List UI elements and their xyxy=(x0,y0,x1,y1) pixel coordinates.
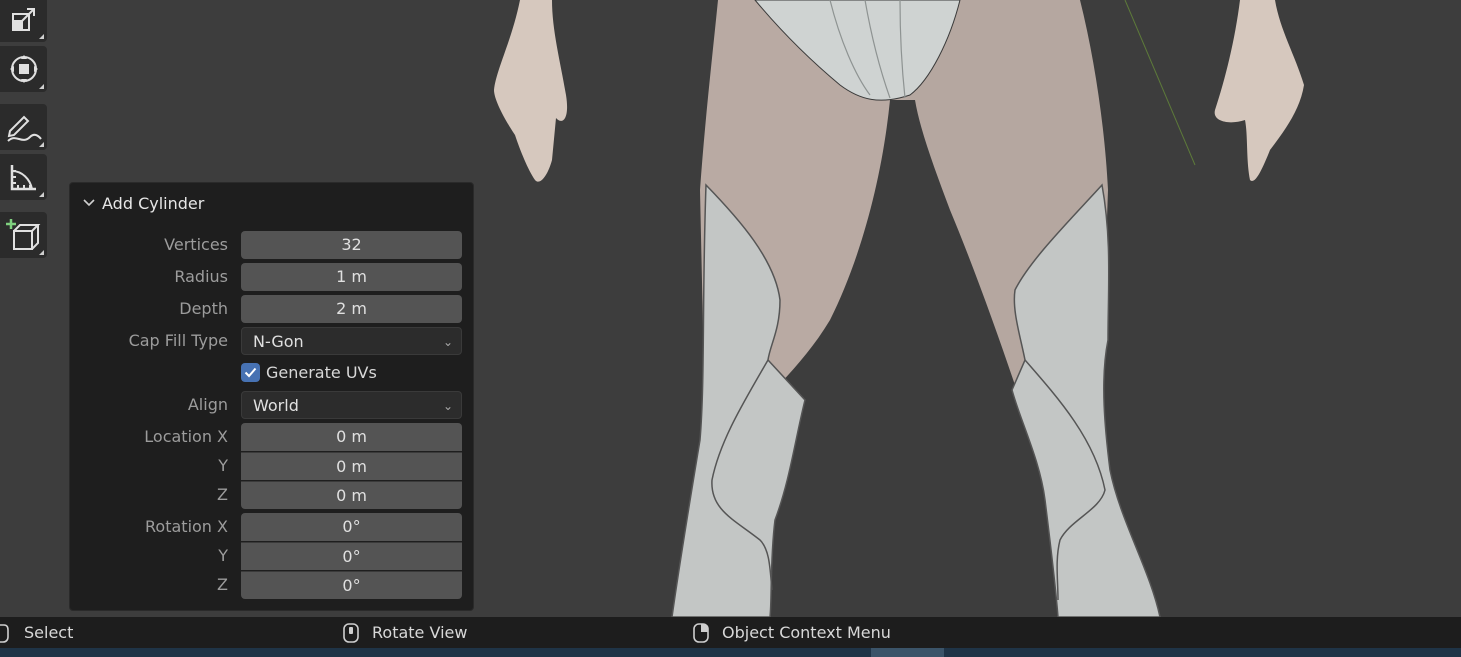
vertices-label: Vertices xyxy=(164,235,228,254)
location-y-label: Y xyxy=(218,456,228,475)
mouse-left-icon xyxy=(0,623,9,643)
location-z-row: Z 0 m xyxy=(70,481,475,509)
rotation-y-label: Y xyxy=(218,546,228,565)
add-cube-tool[interactable] xyxy=(0,212,47,258)
taskbar-active-item[interactable] xyxy=(871,648,944,657)
radius-row: Radius 1 m xyxy=(70,263,475,291)
transform-icon xyxy=(9,55,38,83)
location-y-field[interactable]: 0 m xyxy=(241,452,462,480)
rotate-view-hint: Rotate View xyxy=(342,617,467,648)
add-cube-icon xyxy=(5,219,40,250)
chevron-down-icon: ⌄ xyxy=(442,335,453,349)
location-z-field[interactable]: 0 m xyxy=(241,481,462,509)
3d-viewport[interactable]: Add Cylinder Vertices 32 Radius 1 m Dept… xyxy=(0,0,1461,617)
location-y-row: Y 0 m xyxy=(70,452,475,480)
rotate-view-hint-label: Rotate View xyxy=(372,623,468,642)
location-x-field[interactable]: 0 m xyxy=(241,423,462,451)
mouse-right-icon xyxy=(693,622,709,643)
radius-field[interactable]: 1 m xyxy=(241,263,462,291)
measure-icon xyxy=(10,165,36,191)
location-x-row: Location X 0 m xyxy=(70,423,475,451)
location-x-label: Location X xyxy=(144,427,228,446)
rotation-x-row: Rotation X 0° xyxy=(70,513,475,541)
align-row: Align World ⌄ xyxy=(70,391,475,419)
rotation-x-label: Rotation X xyxy=(145,517,228,536)
location-z-label: Z xyxy=(217,485,228,504)
left-hand xyxy=(494,0,568,182)
depth-row: Depth 2 m xyxy=(70,295,475,323)
align-value: World xyxy=(253,396,299,415)
rotation-y-row: Y 0° xyxy=(70,542,475,570)
chevron-down-icon: ⌄ xyxy=(442,399,453,413)
rotation-x-field[interactable]: 0° xyxy=(241,513,462,541)
cap-fill-row: Cap Fill Type N-Gon ⌄ xyxy=(70,327,475,355)
cap-fill-dropdown[interactable]: N-Gon ⌄ xyxy=(241,327,462,355)
measure-tool[interactable] xyxy=(0,154,47,200)
annotate-icon xyxy=(6,115,42,142)
generate-uvs-checkbox[interactable]: Generate UVs xyxy=(241,363,377,382)
vertices-field[interactable]: 32 xyxy=(241,231,462,259)
generate-uvs-label: Generate UVs xyxy=(266,363,377,382)
scale-tool[interactable] xyxy=(0,0,47,42)
context-menu-hint-label: Object Context Menu xyxy=(722,623,891,642)
context-menu-hint: Object Context Menu xyxy=(692,617,891,648)
panel-header[interactable]: Add Cylinder xyxy=(82,193,204,213)
y-axis-line xyxy=(1124,0,1196,166)
checkbox[interactable] xyxy=(241,363,260,382)
annotate-tool[interactable] xyxy=(0,104,47,150)
align-dropdown[interactable]: World ⌄ xyxy=(241,391,462,419)
align-label: Align xyxy=(187,395,228,414)
depth-field[interactable]: 2 m xyxy=(241,295,462,323)
rotation-z-row: Z 0° xyxy=(70,571,475,599)
taskbar-strip xyxy=(0,648,1461,657)
cap-fill-label: Cap Fill Type xyxy=(128,331,228,350)
rotation-z-label: Z xyxy=(217,575,228,594)
right-hand xyxy=(1214,0,1304,181)
transform-tool[interactable] xyxy=(0,46,47,92)
vertices-row: Vertices 32 xyxy=(70,231,475,259)
panel-title: Add Cylinder xyxy=(102,193,205,213)
cap-fill-value: N-Gon xyxy=(253,332,304,351)
mouse-middle-icon xyxy=(343,622,359,643)
generate-uvs-row: Generate UVs xyxy=(70,359,475,387)
radius-label: Radius xyxy=(174,267,228,286)
depth-label: Depth xyxy=(179,299,228,318)
scale-icon xyxy=(11,8,35,31)
rotation-y-field[interactable]: 0° xyxy=(241,542,462,570)
rotation-z-field[interactable]: 0° xyxy=(241,571,462,599)
status-bar: Select Rotate View Object Context Menu xyxy=(0,617,1461,648)
select-hint-label: Select xyxy=(24,623,74,642)
checkmark-icon xyxy=(244,367,257,378)
select-hint: Select xyxy=(0,617,73,648)
chevron-down-icon xyxy=(83,199,95,207)
add-cylinder-panel: Add Cylinder Vertices 32 Radius 1 m Dept… xyxy=(69,182,474,611)
